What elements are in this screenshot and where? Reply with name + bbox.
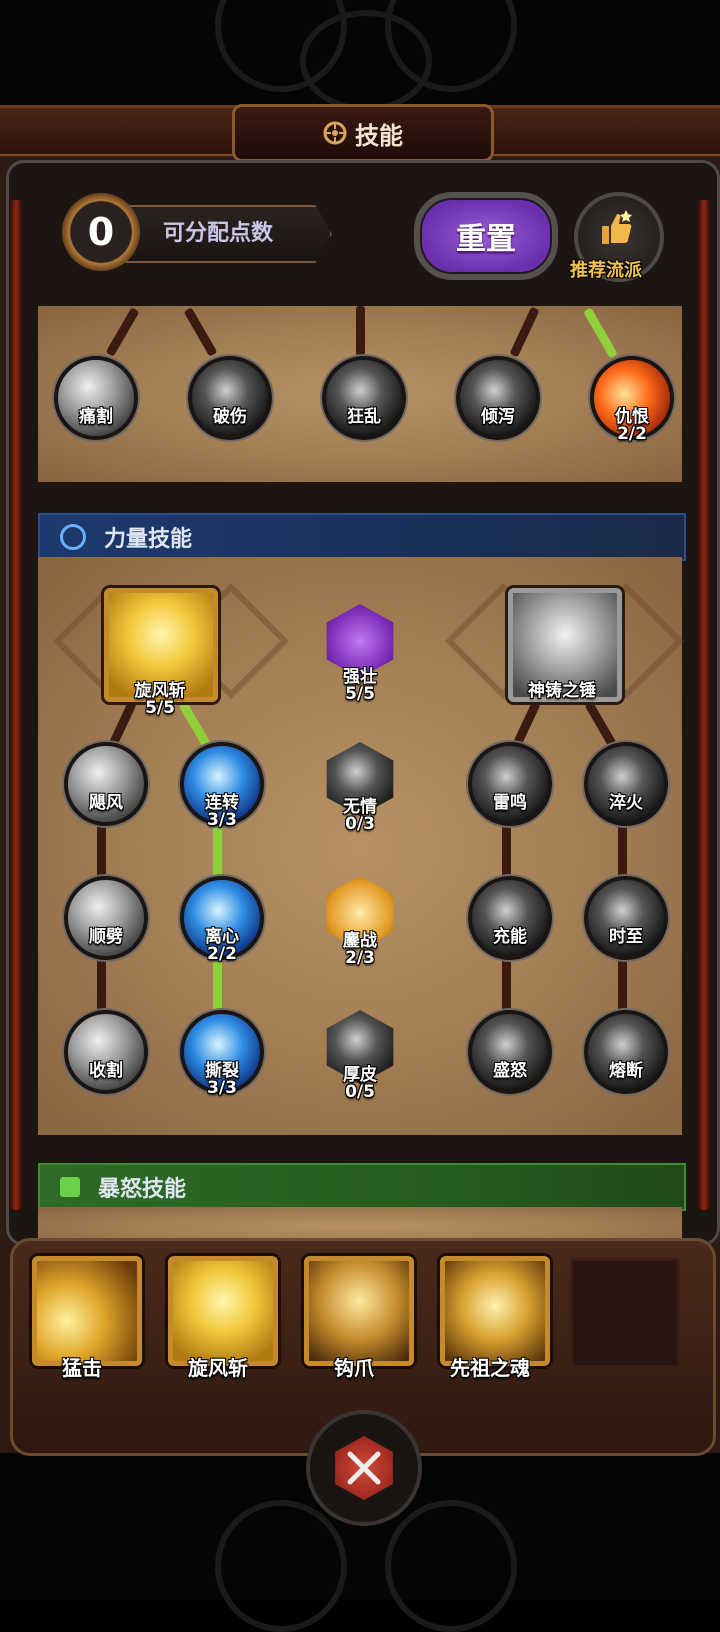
rage-section-header: 暴怒技能 <box>38 1163 686 1211</box>
skill-name: 熔断 <box>609 1061 643 1081</box>
equipped-slot-3[interactable] <box>304 1256 414 1366</box>
skill-level: 3/3 <box>207 1078 237 1098</box>
crossed-swords-icon <box>347 1451 381 1485</box>
rage-section-title: 暴怒技能 <box>98 1177 187 1202</box>
right-rail <box>698 200 710 1210</box>
skill-level: 3/3 <box>207 810 237 830</box>
skill-name: 时至 <box>609 927 643 947</box>
skill-name: 飓风 <box>89 793 123 813</box>
reset-button[interactable]: 重置 <box>414 192 558 280</box>
skill-level: 5/5 <box>345 684 375 704</box>
left-rail <box>10 200 22 1210</box>
top-decoration <box>0 0 720 112</box>
recommend-label: 推荐流派 <box>570 260 642 281</box>
title-plate: 技能 <box>232 104 494 162</box>
equipped-slot-4[interactable] <box>440 1256 550 1366</box>
skill-node-shouge[interactable]: 收割 <box>64 1010 148 1094</box>
skill-node-cuihuo[interactable]: 淬火 <box>584 742 668 826</box>
equipped-slot-2[interactable] <box>168 1256 278 1366</box>
skill-node-leiming[interactable]: 雷鸣 <box>468 742 552 826</box>
points-label: 可分配点数 <box>163 221 274 246</box>
skill-node-poshang[interactable]: 破伤 <box>188 356 272 440</box>
skill-node-chongneng[interactable]: 充能 <box>468 876 552 960</box>
strength-section-title: 力量技能 <box>104 527 193 552</box>
skill-node-qingxie[interactable]: 倾泻 <box>456 356 540 440</box>
close-hex <box>335 1436 393 1500</box>
connector-active <box>213 955 222 1015</box>
available-points-counter: 0 <box>62 193 140 271</box>
skill-node-jufeng[interactable]: 飓风 <box>64 742 148 826</box>
equipped-skill-name: 旋风斩 <box>188 1356 248 1380</box>
skill-node-lianzhuan[interactable]: 连转 3/3 <box>180 742 264 830</box>
skill-node-chouhen[interactable]: 仇恨 2/2 <box>590 356 674 444</box>
skill-name: 收割 <box>89 1061 123 1081</box>
points-value: 0 <box>87 210 115 254</box>
skill-node-kuangluan[interactable]: 狂乱 <box>322 356 406 440</box>
skill-name: 顺劈 <box>89 927 123 947</box>
skill-name: 破伤 <box>213 407 247 427</box>
skill-wheel-icon <box>323 121 347 145</box>
equipped-skill-name: 钩爪 <box>334 1356 374 1380</box>
connector <box>97 820 106 880</box>
connector <box>618 955 627 1015</box>
skill-name: 淬火 <box>609 793 643 813</box>
reset-label: 重置 <box>456 222 516 257</box>
skill-level: 2/2 <box>207 944 237 964</box>
connector <box>356 306 365 356</box>
skill-name: 充能 <box>493 927 527 947</box>
skill-level: 5/5 <box>145 698 175 718</box>
skill-name: 盛怒 <box>493 1061 527 1081</box>
empty-skill-slot[interactable] <box>570 1258 680 1368</box>
equipped-slot-1[interactable] <box>32 1256 142 1366</box>
skill-node-silie[interactable]: 撕裂 3/3 <box>180 1010 264 1098</box>
skill-node-rongduan[interactable]: 熔断 <box>584 1010 668 1094</box>
connector <box>502 820 511 880</box>
skill-name: 狂乱 <box>347 407 381 427</box>
skill-node-shizhi[interactable]: 时至 <box>584 876 668 960</box>
skill-name: 雷鸣 <box>493 793 527 813</box>
rage-icon <box>60 1177 80 1197</box>
skill-node-shengnu[interactable]: 盛怒 <box>468 1010 552 1094</box>
close-button[interactable] <box>306 1410 422 1526</box>
strength-section-header: 力量技能 <box>38 513 686 561</box>
equipped-skill-name: 先祖之魂 <box>450 1356 530 1380</box>
skill-level: 2/2 <box>617 424 647 444</box>
connector <box>618 820 627 880</box>
skill-node-tongge[interactable]: 痛割 <box>54 356 138 440</box>
connector <box>97 955 106 1015</box>
skill-name: 神铸之锤 <box>528 681 596 701</box>
skill-name: 倾泻 <box>481 407 515 427</box>
equipped-skill-name: 猛击 <box>62 1356 102 1380</box>
skill-level: 0/5 <box>345 1082 375 1102</box>
skill-level: 0/3 <box>345 814 375 834</box>
thumbs-up-icon <box>602 210 632 244</box>
skill-node-lixin[interactable]: 离心 2/2 <box>180 876 264 964</box>
page-title: 技能 <box>355 121 403 150</box>
skill-level: 2/3 <box>345 948 375 968</box>
spiral-icon <box>60 524 86 550</box>
skill-node-shunpi[interactable]: 顺劈 <box>64 876 148 960</box>
connector <box>502 955 511 1015</box>
skill-name: 痛割 <box>79 407 113 427</box>
